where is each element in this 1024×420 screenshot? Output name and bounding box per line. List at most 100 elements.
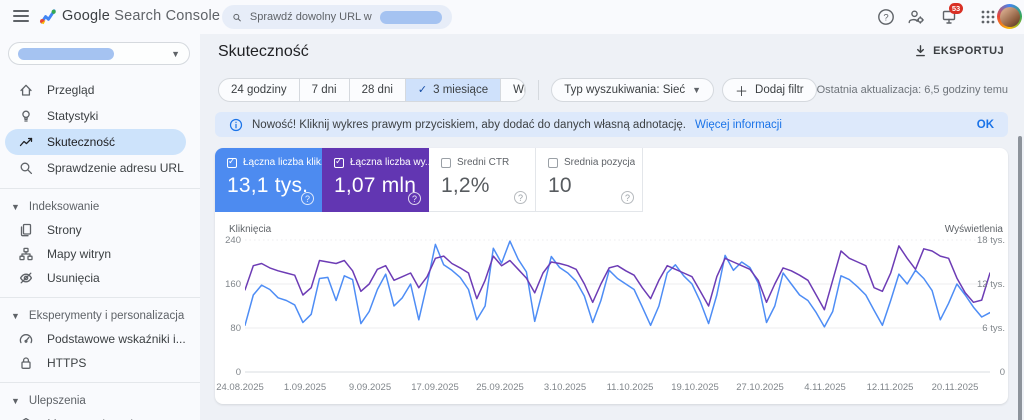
lock-icon [18, 355, 34, 371]
sidebar-section-header[interactable]: ▼Ulepszenia [0, 390, 200, 412]
redacted-property-name [18, 48, 114, 60]
metric-tiles-row: Łączna liczba klik...13,1 tys.?Łączna li… [215, 148, 1008, 212]
google-apps-grid-icon[interactable] [978, 7, 998, 27]
sidebar-item-sitemap[interactable]: Mapy witryn [0, 242, 186, 266]
sidebar-item-vitals[interactable]: Podstawowe wskaźniki i... [0, 327, 186, 351]
chevron-down-icon: ▼ [11, 202, 20, 212]
date-range-chip[interactable]: 28 dni [349, 79, 405, 101]
x-axis-tick: 12.11.2025 [855, 382, 925, 393]
help-icon[interactable]: ? [514, 191, 527, 204]
search-placeholder: Sprawdź dowolny URL w [250, 11, 372, 23]
avatar-photo [1000, 7, 1020, 27]
checkbox-unchecked-icon[interactable] [548, 158, 558, 168]
sidebar-item-breadcrumbs[interactable]: Menu nawigacyjne [0, 412, 186, 420]
sidebar-divider [0, 297, 200, 298]
help-icon[interactable]: ? [301, 192, 314, 205]
sidebar-section-title: Indeksowanie [29, 201, 99, 213]
metric-tile[interactable]: Łączna liczba wy...1,07 mln? [322, 148, 429, 212]
left-axis-caption: Kliknięcia [229, 224, 271, 235]
search-type-filter[interactable]: Typ wyszukiwania: Sieć▼ [551, 78, 714, 102]
date-range-label: 28 dni [362, 79, 393, 101]
banner-ok-button[interactable]: OK [977, 119, 994, 131]
checkbox-checked-icon[interactable] [334, 158, 344, 168]
property-selector[interactable]: ▼ [8, 42, 190, 65]
y-axis-tick-left: 0 [215, 367, 241, 378]
sidebar-section-header[interactable]: ▼Eksperymenty i personalizacja [0, 305, 200, 327]
banner-text: Nowość! Kliknij wykres prawym przyciskie… [252, 119, 686, 131]
plus-icon: ＋ [735, 81, 748, 100]
chevron-down-icon: ▼ [171, 49, 180, 59]
google-search-console-app: Google Search Console Sprawdź dowolny UR… [0, 0, 1024, 420]
performance-report-panel: Łączna liczba klik...13,1 tys.?Łączna li… [215, 148, 1008, 404]
date-range-label: 24 godziny [231, 79, 287, 101]
date-range-chip[interactable]: 24 godziny [219, 79, 299, 101]
sidebar-item-lock[interactable]: HTTPS [0, 351, 186, 375]
checkbox-unchecked-icon[interactable] [441, 158, 451, 168]
announcements-icon[interactable]: 53 [940, 7, 960, 27]
user-avatar[interactable] [997, 4, 1022, 29]
sidebar-item-lightbulb[interactable]: Statystyki [0, 103, 186, 129]
url-inspection-search-input[interactable]: Sprawdź dowolny URL w [222, 5, 452, 29]
sidebar-item-home[interactable]: Przegląd [0, 77, 186, 103]
hamburger-menu-icon[interactable] [13, 10, 29, 22]
scrollbar-track[interactable] [1016, 34, 1024, 420]
export-button[interactable]: EKSPORTUJ [914, 44, 1004, 57]
metric-label: Średnia pozycja [564, 157, 635, 168]
x-axis-tick: 24.08.2025 [205, 382, 275, 393]
date-range-label: Więcej [513, 79, 526, 101]
info-icon [229, 118, 243, 132]
sidebar-item-label: Przegląd [47, 83, 94, 97]
date-range-chip[interactable]: Więcej▼ [500, 79, 526, 101]
help-icon[interactable]: ? [876, 7, 896, 27]
last-update-status: Ostatnia aktualizacja: 6,5 godziny temu [817, 84, 1008, 96]
help-icon[interactable]: ? [621, 191, 634, 204]
removals-icon [18, 270, 34, 286]
scrollbar-thumb[interactable] [1018, 136, 1022, 420]
y-axis-tick-right: 0 [965, 367, 1005, 378]
svg-text:?: ? [883, 13, 888, 24]
y-axis-tick-left: 240 [215, 235, 241, 246]
metric-label: Średni CTR [457, 157, 509, 168]
y-axis-tick-left: 80 [215, 323, 241, 334]
metric-label: Łączna liczba klik... [243, 157, 322, 168]
learn-more-link[interactable]: Więcej informacji [695, 119, 782, 131]
annotation-info-banner: Nowość! Kliknij wykres prawym przyciskie… [215, 112, 1008, 137]
help-icon[interactable]: ? [408, 192, 421, 205]
user-settings-icon[interactable] [906, 7, 926, 27]
date-range-chip[interactable]: ✓3 miesiące [405, 79, 500, 101]
metric-tile[interactable]: Średnia pozycja10? [536, 148, 643, 212]
x-axis-tick: 17.09.2025 [400, 382, 470, 393]
y-axis-tick-right: 6 tys. [965, 323, 1005, 334]
sidebar: ▼ Przegląd Statystyki Skuteczność Sprawdzen… [0, 34, 200, 420]
date-range-chip[interactable]: 7 dni [299, 79, 349, 101]
sidebar-item-pages[interactable]: Strony [0, 218, 186, 242]
sidebar-navigation: Przegląd Statystyki Skuteczność Sprawdzenie… [0, 77, 200, 420]
search-icon [232, 11, 242, 24]
x-axis-tick: 1.09.2025 [270, 382, 340, 393]
x-axis-tick: 19.10.2025 [660, 382, 730, 393]
metric-tile[interactable]: Średni CTR1,2%? [429, 148, 536, 212]
sidebar-item-label: Sprawdzenie adresu URL [47, 161, 184, 175]
x-axis-tick: 25.09.2025 [465, 382, 535, 393]
page-title: Skuteczność [218, 43, 309, 61]
sidebar-item-performance[interactable]: Skuteczność [5, 129, 186, 155]
date-range-label: 3 miesiące [433, 79, 488, 101]
sidebar-item-search[interactable]: Sprawdzenie adresu URL [0, 155, 186, 181]
checkbox-checked-icon[interactable] [227, 158, 237, 168]
sidebar-divider [0, 382, 200, 383]
sidebar-item-label: Podstawowe wskaźniki i... [47, 332, 186, 346]
metric-label: Łączna liczba wy... [350, 157, 429, 168]
date-range-segmented-control: 24 godziny 7 dni 28 dni ✓3 miesiąceWięcej▼ [218, 78, 526, 102]
sidebar-section-header[interactable]: ▼ Indeksowanie [0, 196, 200, 218]
x-axis-tick: 4.11.2025 [790, 382, 860, 393]
sidebar-item-label: Usunięcia [47, 271, 100, 285]
add-filter-button[interactable]: ＋Dodaj filtr [722, 78, 817, 102]
metric-tile[interactable]: Łączna liczba klik...13,1 tys.? [215, 148, 322, 212]
sidebar-item-label: Skuteczność [47, 135, 115, 149]
y-axis-tick-right: 18 tys. [965, 235, 1005, 246]
sidebar-item-removals[interactable]: Usunięcia [0, 266, 186, 290]
pages-icon [18, 222, 34, 238]
performance-line-chart[interactable] [245, 238, 990, 376]
metric-header: Łączna liczba wy... [334, 157, 429, 168]
breadcrumbs-icon [18, 416, 34, 420]
